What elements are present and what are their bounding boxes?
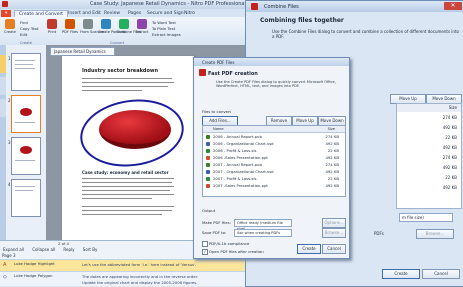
combine-title-bar: Combine Files ✕ [246, 1, 463, 12]
file-row[interactable]: 2006 - Profit & Loss.xls 22 KB [203, 147, 345, 154]
file-tab[interactable]: ▾ [1, 10, 12, 17]
extract-button[interactable]: Extract [134, 19, 150, 41]
page-thumbnail[interactable]: 3 [8, 137, 41, 175]
page-thumbnail[interactable]: 4 [8, 179, 41, 217]
publisher-file-icon [206, 162, 210, 167]
open-after-label: Open PDF files after creation [209, 249, 264, 254]
doc-subheading: Case study: economy and retail sector [82, 170, 169, 175]
output-label: Output [202, 208, 216, 213]
combine-files-button[interactable]: Combine Files [116, 19, 141, 41]
pdf-icon [65, 19, 75, 29]
save-pdf-select[interactable]: Ask when creating PDFs [234, 229, 292, 237]
highlight-icon: A [3, 262, 7, 268]
files-to-convert-label: Files to convert [202, 109, 232, 114]
list-item[interactable]: 492 KB [397, 124, 461, 132]
list-item[interactable]: 492 KB [397, 184, 461, 192]
create-pdf-description: Use the Create PDF Files dialog to quick… [216, 80, 336, 88]
file-row[interactable]: 2006 - Organizational Chart.vsd 492 KB [203, 140, 345, 147]
publisher-file-icon [206, 134, 210, 139]
extract-icon [137, 19, 147, 29]
pdf-files-button[interactable]: PDF Files [62, 19, 78, 41]
size-column-header[interactable]: Size [328, 126, 335, 132]
page-thumbnails-panel: 1 2 3 4 [6, 45, 47, 240]
scanner-icon [83, 19, 93, 29]
create-pdf-heading: Fast PDF creation [208, 71, 258, 77]
combine-heading: Combining files together [260, 17, 344, 24]
file-list: Name Size 2006 - Annual Report.pub 274 KB … [202, 125, 346, 197]
reply-button[interactable]: Reply [63, 247, 74, 252]
list-item[interactable]: 492 KB [397, 144, 461, 152]
file-row[interactable]: 2007 -Sales Presentation.ppt 492 KB [203, 182, 345, 189]
create-pdf-title: Create PDF Files [202, 59, 235, 65]
tab-nitro[interactable]: Nitro [180, 10, 199, 17]
combine-options-label: PDFs [374, 231, 384, 236]
browse-button[interactable]: Browse... [416, 229, 454, 239]
document-tab[interactable]: Japanese Retail Dynamics [50, 47, 115, 56]
document-page: Industry sector breakdown Case study: ec… [62, 56, 194, 240]
visio-file-icon [206, 169, 210, 174]
portfolio-icon [101, 19, 111, 29]
app-icon[interactable] [2, 1, 8, 7]
file-row[interactable]: 2007 - Organizational Chart.vsd 492 KB [203, 168, 345, 175]
list-item[interactable]: 22 KB [397, 134, 461, 142]
tab-review[interactable]: Review [100, 10, 124, 17]
doc-heading: Industry sector breakdown [82, 68, 159, 74]
print-icon [47, 19, 57, 29]
save-pdf-label: Save PDF to: [202, 230, 227, 235]
excel-file-icon [206, 176, 210, 181]
create-button[interactable]: Create [2, 19, 18, 41]
list-item[interactable]: 22 KB [397, 174, 461, 182]
tab-insert-edit[interactable]: Insert and Edit [64, 10, 105, 17]
pdfa-checkbox[interactable] [202, 241, 208, 247]
window-title: Case Study: Japanese Retail Dynamics - N… [90, 1, 246, 7]
edit-button[interactable]: Edit [20, 32, 39, 38]
excel-file-icon [206, 148, 210, 153]
browse-button[interactable]: Browse... [322, 228, 346, 238]
combine-title: Combine Files [264, 4, 299, 10]
file-row[interactable]: 2006 -Sales Presentation.ppt 492 KB [203, 154, 345, 161]
powerpoint-file-icon [206, 155, 210, 160]
file-row[interactable]: 2006 - Annual Report.pub 274 KB [203, 133, 345, 140]
name-column-header[interactable]: Name [213, 126, 224, 132]
from-scanner-button[interactable]: From Scanner [80, 19, 105, 41]
options-button[interactable]: Options... [322, 218, 346, 228]
close-icon[interactable]: ✕ [444, 2, 462, 10]
combine-icon [119, 19, 129, 29]
combine-size-column: Size 274 KB 492 KB 22 KB 492 KB 274 KB 4… [396, 103, 462, 209]
create-button[interactable]: Create [382, 269, 420, 279]
page-thumbnail-selected[interactable]: 2 [8, 95, 41, 133]
cancel-button[interactable]: Cancel [422, 269, 460, 279]
file-row[interactable]: 2007 - Annual Report.pub 274 KB [203, 161, 345, 168]
create-portfolio-button[interactable]: Create Portfolio [98, 19, 126, 41]
page-indicator[interactable]: 2 of 4 [58, 241, 69, 246]
create-pdf-dialog: Create PDF Files Fast PDF creation Use t… [193, 57, 350, 259]
list-item[interactable]: 274 KB [397, 114, 461, 122]
sort-by-button[interactable]: Sort By [83, 247, 98, 252]
combine-description: Use the Combine Files dialog to convert … [272, 29, 459, 39]
expand-all-button[interactable]: Expand all [3, 247, 24, 252]
cancel-button[interactable]: Cancel [322, 244, 346, 254]
page-thumbnail[interactable]: 1 [8, 53, 41, 91]
pdfa-label: PDF/A-1b compliance [209, 241, 250, 246]
ellipse-annotation[interactable] [75, 93, 189, 173]
powerpoint-file-icon [206, 183, 210, 188]
make-pdf-select[interactable]: Office ready (medium file size) [234, 219, 292, 231]
create-pdf-title-bar: Create PDF Files [194, 58, 349, 66]
list-item[interactable]: 274 KB [397, 154, 461, 162]
page-size-select[interactable]: m file size) [399, 213, 453, 222]
list-item[interactable]: 492 KB [397, 164, 461, 172]
create-icon [5, 19, 15, 29]
collapse-all-button[interactable]: Collapse all [32, 247, 55, 252]
create-button[interactable]: Create [297, 244, 321, 254]
extract-images-button[interactable]: Extract Images [152, 32, 181, 38]
pdf-icon [199, 69, 206, 76]
comments-page-label: Page 3 [2, 253, 16, 258]
open-after-checkbox[interactable]: ✓ [202, 249, 208, 255]
print-button[interactable]: Print [44, 19, 60, 41]
app-icon [251, 3, 258, 10]
make-pdf-label: Make PDF files: [202, 220, 231, 225]
visio-file-icon [206, 141, 210, 146]
file-row[interactable]: 2007 - Profit & Loss.xls 22 KB [203, 175, 345, 182]
